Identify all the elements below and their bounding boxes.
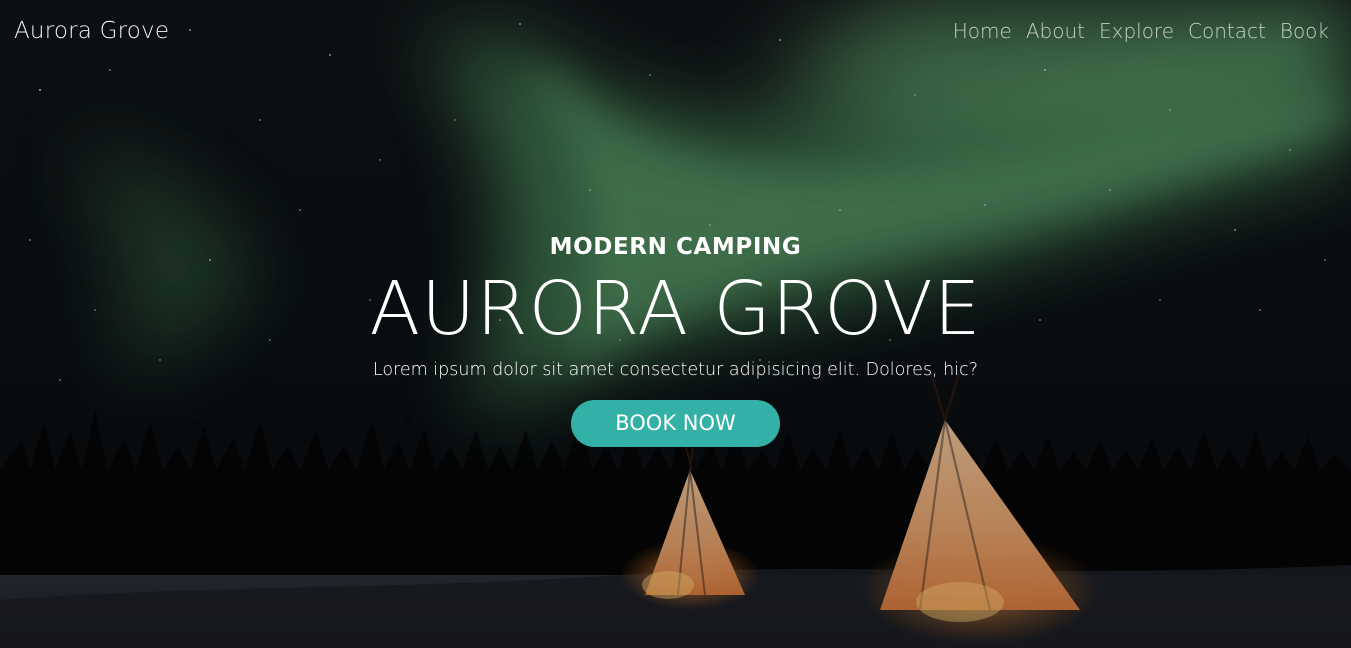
nav-link-book[interactable]: Book (1280, 19, 1329, 43)
hero-eyebrow: MODERN CAMPING (549, 234, 802, 260)
nav-link-about[interactable]: About (1026, 19, 1085, 43)
brand-link[interactable]: Aurora Grove (14, 18, 169, 44)
nav-link-contact[interactable]: Contact (1188, 19, 1266, 43)
top-navigation: Aurora Grove Home About Explore Contact … (0, 0, 1351, 62)
nav-links: Home About Explore Contact Book (953, 19, 1329, 43)
nav-link-home[interactable]: Home (953, 19, 1012, 43)
hero-lead: Lorem ipsum dolor sit amet consectetur a… (372, 360, 979, 380)
hero-content: MODERN CAMPING AURORA GROVE Lorem ipsum … (0, 230, 1351, 447)
hero-section: Aurora Grove Home About Explore Contact … (0, 0, 1351, 648)
book-now-button[interactable]: BOOK NOW (571, 400, 780, 447)
nav-link-explore[interactable]: Explore (1099, 19, 1174, 43)
hero-title: AURORA GROVE (369, 266, 982, 352)
